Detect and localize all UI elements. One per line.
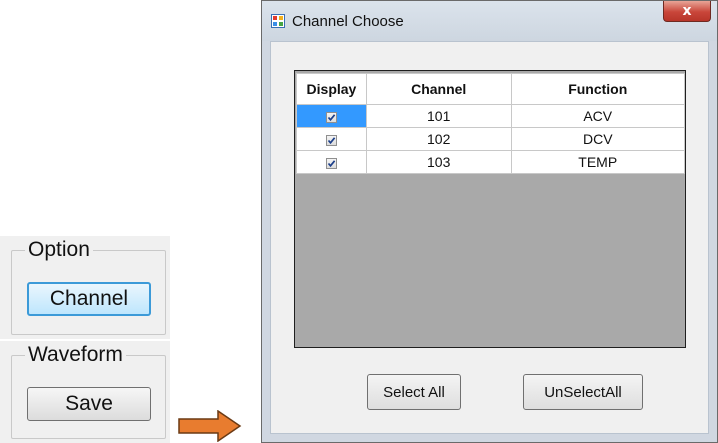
channel-table: Display Channel Function 101 ACV 102 DCV… — [296, 73, 685, 174]
display-checkbox[interactable] — [325, 134, 337, 146]
table-row[interactable]: 102 DCV — [296, 127, 685, 151]
checkmark-icon — [327, 137, 336, 144]
waveform-panel: Waveform Save — [0, 341, 170, 443]
app-icon — [271, 14, 285, 28]
dialog-client-area: Display Channel Function 101 ACV 102 DCV… — [270, 41, 709, 434]
function-cell[interactable]: TEMP — [510, 150, 685, 174]
close-icon: x — [682, 3, 692, 19]
channel-grid[interactable]: Display Channel Function 101 ACV 102 DCV… — [294, 70, 686, 348]
channel-button[interactable]: Channel — [27, 282, 151, 316]
select-all-button[interactable]: Select All — [367, 374, 461, 410]
option-group-title: Option — [25, 238, 93, 262]
channel-cell[interactable]: 101 — [365, 104, 512, 128]
dialog-titlebar[interactable]: Channel Choose x — [262, 1, 717, 41]
waveform-group-title: Waveform — [25, 343, 126, 367]
column-header-function[interactable]: Function — [510, 73, 685, 105]
checkmark-icon — [327, 160, 336, 167]
display-cell[interactable] — [296, 127, 367, 151]
option-panel: Option Channel — [0, 236, 170, 339]
channel-cell[interactable]: 102 — [365, 127, 512, 151]
right-arrow-icon — [178, 410, 242, 442]
function-cell[interactable]: ACV — [510, 104, 685, 128]
save-button[interactable]: Save — [27, 387, 151, 421]
display-checkbox[interactable] — [325, 111, 337, 123]
table-row[interactable]: 103 TEMP — [296, 150, 685, 174]
checkmark-icon — [327, 114, 336, 121]
display-cell[interactable] — [296, 104, 367, 128]
column-header-display[interactable]: Display — [296, 73, 367, 105]
function-cell[interactable]: DCV — [510, 127, 685, 151]
table-row[interactable]: 101 ACV — [296, 104, 685, 128]
close-button[interactable]: x — [663, 1, 711, 22]
display-checkbox[interactable] — [325, 157, 337, 169]
table-header-row: Display Channel Function — [296, 73, 685, 105]
unselect-all-button[interactable]: UnSelectAll — [523, 374, 643, 410]
dialog-title: Channel Choose — [292, 13, 404, 30]
channel-cell[interactable]: 103 — [365, 150, 512, 174]
display-cell[interactable] — [296, 150, 367, 174]
channel-choose-dialog: Channel Choose x Display Channel Functio… — [261, 0, 718, 443]
column-header-channel[interactable]: Channel — [365, 73, 512, 105]
